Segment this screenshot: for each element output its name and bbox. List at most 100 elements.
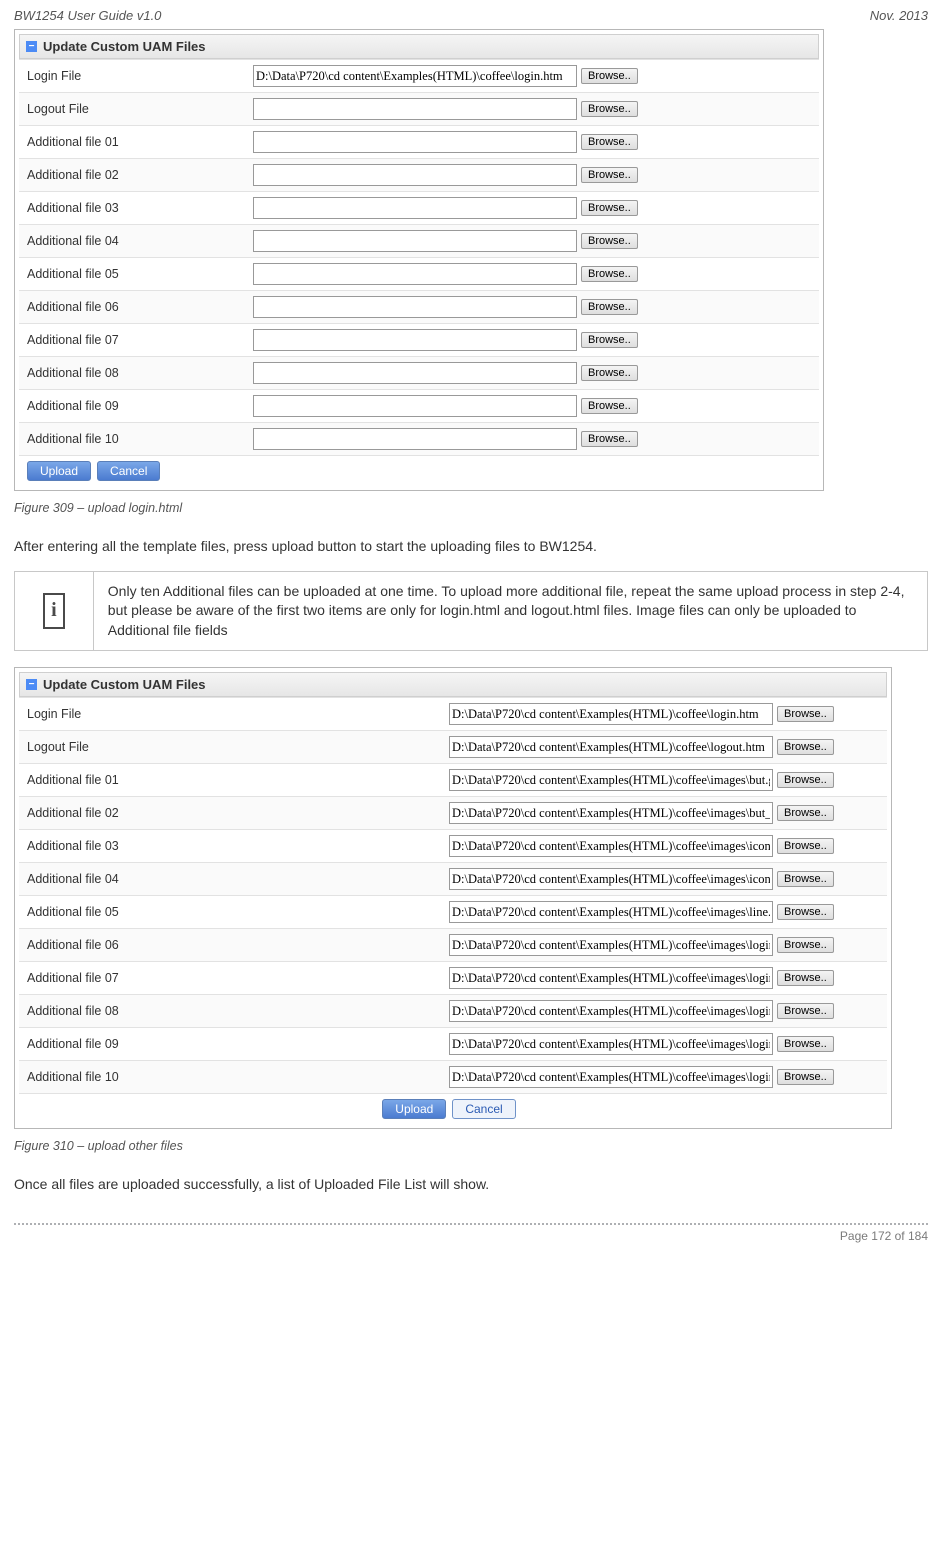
file-row: Logout File Browse.. [19,93,819,126]
file-path-input[interactable] [253,263,577,285]
file-path-input[interactable] [253,428,577,450]
upload-button[interactable]: Upload [382,1099,446,1119]
browse-button[interactable]: Browse.. [777,706,834,722]
uam-panel-2: Update Custom UAM Files Login File Browse… [14,667,892,1129]
file-row-controls: Browse.. [245,60,819,93]
cancel-button[interactable]: Cancel [452,1099,515,1119]
file-row-controls: Browse.. [245,258,819,291]
page-header: BW1254 User Guide v1.0 Nov. 2013 [14,8,928,29]
file-path-input[interactable] [253,131,577,153]
file-row-label: Additional file 02 [19,797,441,830]
file-row-label: Login File [19,60,245,93]
info-note: i Only ten Additional files can be uploa… [14,571,928,652]
file-path-input[interactable] [449,1033,773,1055]
browse-button[interactable]: Browse.. [581,68,638,84]
panel2-header: Update Custom UAM Files [19,672,887,697]
file-path-input[interactable] [449,934,773,956]
browse-button[interactable]: Browse.. [777,838,834,854]
browse-button[interactable]: Browse.. [777,1003,834,1019]
file-row-controls: Browse.. [441,1028,887,1061]
page-number: Page 172 of 184 [840,1229,928,1243]
file-row-label: Logout File [19,93,245,126]
file-row: Login File Browse.. [19,60,819,93]
figure-caption-1: Figure 309 – upload login.html [14,501,928,515]
file-path-input[interactable] [253,65,577,87]
file-row: Additional file 01Browse.. [19,126,819,159]
file-row-label: Additional file 10 [19,1061,441,1094]
file-path-input[interactable] [253,329,577,351]
cancel-button[interactable]: Cancel [97,461,160,481]
file-row-controls: Browse.. [441,1061,887,1094]
panel1-title: Update Custom UAM Files [43,39,206,54]
browse-button[interactable]: Browse.. [581,431,638,447]
collapse-icon[interactable] [26,41,37,52]
file-path-input[interactable] [449,868,773,890]
file-path-input[interactable] [449,769,773,791]
file-row-label: Additional file 02 [19,159,245,192]
file-path-input[interactable] [253,98,577,120]
file-row-controls: Browse.. [245,159,819,192]
file-row-label: Additional file 06 [19,929,441,962]
browse-button[interactable]: Browse.. [777,739,834,755]
file-row-label: Additional file 07 [19,324,245,357]
browse-button[interactable]: Browse.. [777,937,834,953]
button-row: Upload Cancel [19,456,819,487]
browse-button[interactable]: Browse.. [777,1069,834,1085]
file-path-input[interactable] [253,164,577,186]
file-path-input[interactable] [253,197,577,219]
file-row-label: Login File [19,698,441,731]
file-row-controls: Browse.. [245,357,819,390]
panel1-table: Login FileBrowse..Logout FileBrowse..Add… [19,59,819,486]
file-path-input[interactable] [449,802,773,824]
browse-button[interactable]: Browse.. [777,805,834,821]
file-path-input[interactable] [253,362,577,384]
file-path-input[interactable] [253,395,577,417]
upload-button[interactable]: Upload [27,461,91,481]
file-row: Additional file 03 Browse.. [19,192,819,225]
collapse-icon[interactable] [26,679,37,690]
panel2-title: Update Custom UAM Files [43,677,206,692]
browse-button[interactable]: Browse.. [581,233,638,249]
uam-panel-1: Update Custom UAM Files Login File Browse… [14,29,824,491]
file-path-input[interactable] [449,1000,773,1022]
browse-button[interactable]: Browse.. [581,332,638,348]
file-row-controls: Browse.. [441,962,887,995]
browse-button[interactable]: Browse.. [581,365,638,381]
browse-button[interactable]: Browse.. [777,1036,834,1052]
file-row-controls: Browse.. [245,93,819,126]
browse-button[interactable]: Browse.. [777,970,834,986]
file-row: Additional file 04 Browse.. [19,225,819,258]
browse-button[interactable]: Browse.. [777,871,834,887]
browse-button[interactable]: Browse.. [581,398,638,414]
file-row-label: Additional file 05 [19,258,245,291]
file-row-controls: Browse.. [245,390,819,423]
file-path-input[interactable] [449,703,773,725]
file-row-controls: Browse.. [245,423,819,456]
browse-button[interactable]: Browse.. [581,167,638,183]
file-row-label: Additional file 04 [19,225,245,258]
file-row-label: Additional file 08 [19,357,245,390]
doc-title: BW1254 User Guide v1.0 [14,8,161,23]
file-path-input[interactable] [449,901,773,923]
file-row: Additional file 02 Browse.. [19,159,819,192]
file-row: Additional file 01Browse.. [19,764,887,797]
browse-button[interactable]: Browse.. [581,266,638,282]
browse-button[interactable]: Browse.. [581,101,638,117]
file-row-label: Additional file 03 [19,192,245,225]
browse-button[interactable]: Browse.. [581,134,638,150]
file-path-input[interactable] [449,736,773,758]
file-row-controls: Browse.. [441,731,887,764]
file-path-input[interactable] [253,230,577,252]
page-footer: Page 172 of 184 [14,1223,928,1243]
browse-button[interactable]: Browse.. [581,299,638,315]
file-row: Additional file 10 Browse.. [19,1061,887,1094]
browse-button[interactable]: Browse.. [777,772,834,788]
file-path-input[interactable] [253,296,577,318]
file-path-input[interactable] [449,835,773,857]
file-path-input[interactable] [449,1066,773,1088]
file-path-input[interactable] [449,967,773,989]
file-row: Additional file 02 Browse.. [19,797,887,830]
browse-button[interactable]: Browse.. [777,904,834,920]
browse-button[interactable]: Browse.. [581,200,638,216]
button-row: Upload Cancel [19,1094,887,1125]
